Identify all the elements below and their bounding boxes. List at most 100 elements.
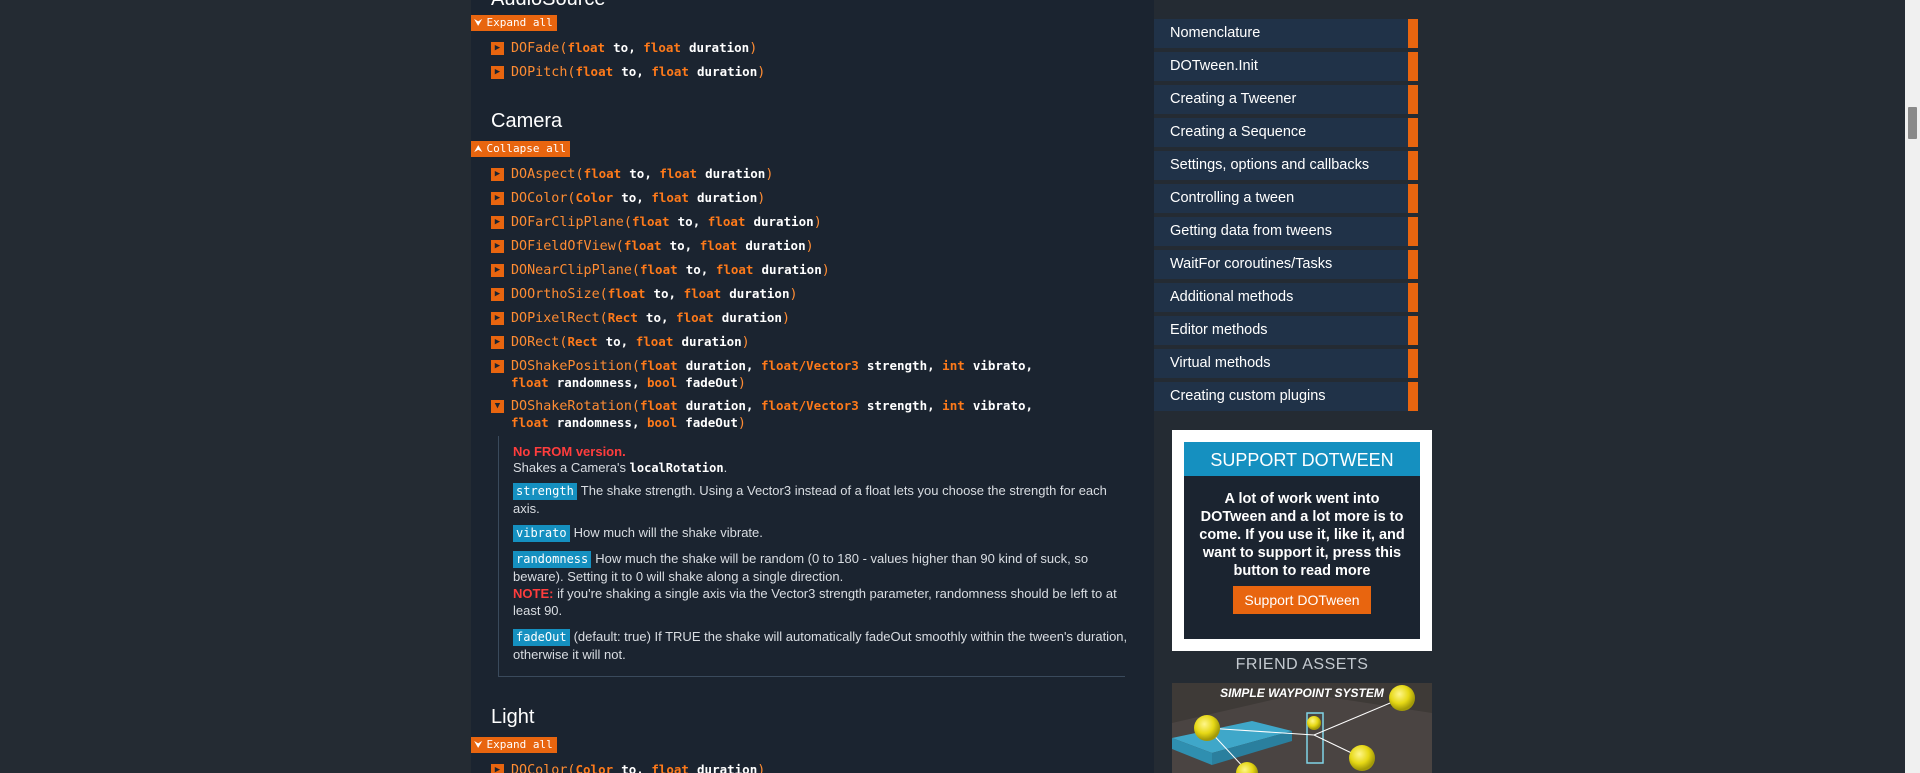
collapsed-arrow-icon[interactable]: ▶ bbox=[491, 168, 504, 181]
param-type: Rect bbox=[567, 334, 598, 349]
param-name: to bbox=[645, 310, 661, 325]
param-text: How much will the shake vibrate. bbox=[573, 525, 763, 540]
toggle-label: Collapse all bbox=[486, 142, 566, 155]
param-name: to bbox=[621, 64, 637, 79]
method-item[interactable]: ▶ DOOrthoSize(float to, float duration) bbox=[491, 286, 1131, 303]
sidebar-item-label: WaitFor coroutines/Tasks bbox=[1170, 256, 1333, 272]
chevron-down-icon: ⮟ bbox=[474, 740, 483, 751]
method-item[interactable]: ▶ DOFieldOfView(float to, float duration) bbox=[491, 238, 1131, 255]
sidebar-item-creating-custom-plugins[interactable]: Creating custom plugins bbox=[1154, 382, 1418, 411]
support-button[interactable]: Support DOTween bbox=[1233, 586, 1371, 614]
collapsed-arrow-icon[interactable]: ▶ bbox=[491, 312, 504, 325]
expanded-arrow-icon[interactable]: ▼ bbox=[491, 400, 504, 413]
collapsed-arrow-icon[interactable]: ▶ bbox=[491, 264, 504, 277]
sidebar-item-controlling-a-tween[interactable]: Controlling a tween bbox=[1154, 184, 1418, 213]
collapsed-arrow-icon[interactable]: ▶ bbox=[491, 216, 504, 229]
page-scrollbar[interactable] bbox=[1905, 0, 1920, 773]
method-item[interactable]: ▶ DORect(Rect to, float duration) bbox=[491, 334, 1131, 351]
param-name: to bbox=[605, 334, 621, 349]
support-title: SUPPORT DOTWEEN bbox=[1184, 442, 1420, 476]
sidebar-item-label: Creating a Sequence bbox=[1170, 124, 1307, 140]
method-item[interactable]: ▶ DOPitch(float to, float duration) bbox=[491, 64, 1131, 81]
param-type: float bbox=[651, 190, 689, 205]
method-item[interactable]: ▶ DONearClipPlane(float to, float duratio… bbox=[491, 262, 1131, 279]
sidebar-item-label: Creating custom plugins bbox=[1170, 388, 1326, 404]
scroll-thumb[interactable] bbox=[1908, 107, 1917, 139]
sidebar-item-additional-methods[interactable]: Additional methods bbox=[1154, 283, 1418, 312]
method-item[interactable]: ▼ DOShakeRotation(float duration, float/V… bbox=[491, 398, 1131, 432]
friend-assets-title: FRIEND ASSETS bbox=[1235, 656, 1369, 673]
param-randomness: randomness How much the shake will be ran… bbox=[513, 550, 1133, 619]
param-text: (default: true) If TRUE the shake will a… bbox=[513, 629, 1128, 662]
param-name: duration bbox=[685, 358, 746, 373]
param-name: to bbox=[621, 762, 637, 773]
method-signature: DOFarClipPlane(float to, float duration) bbox=[511, 214, 822, 230]
param-type: float bbox=[659, 166, 698, 181]
param-type: int bbox=[942, 398, 965, 413]
method-signature: DOOrthoSize(float to, float duration) bbox=[511, 286, 798, 302]
param-name: duration bbox=[688, 40, 750, 55]
sidebar-item-creating-a-sequence[interactable]: Creating a Sequence bbox=[1154, 118, 1418, 147]
param-tag: randomness bbox=[513, 551, 592, 568]
collapse-all-button[interactable]: ⮝ Collapse all bbox=[471, 141, 570, 157]
method-item[interactable]: ▶ DOAspect(float to, float duration) bbox=[491, 166, 1131, 183]
method-name: DONearClipPlane( bbox=[511, 263, 640, 278]
sidebar-item-creating-a-tweener[interactable]: Creating a Tweener bbox=[1154, 85, 1418, 114]
expand-all-button[interactable]: ⮟ Expand all bbox=[471, 737, 557, 753]
param-type: float bbox=[607, 286, 646, 301]
desc-code: localRotation bbox=[629, 461, 724, 475]
sidebar-item-label: Controlling a tween bbox=[1170, 190, 1295, 206]
method-signature: DORect(Rect to, float duration) bbox=[511, 334, 750, 350]
collapsed-arrow-icon[interactable]: ▶ bbox=[491, 764, 504, 773]
param-tag: fadeOut bbox=[513, 629, 570, 646]
collapsed-arrow-icon[interactable]: ▶ bbox=[491, 336, 504, 349]
param-type: Color bbox=[575, 190, 614, 205]
sidebar-item-waitfor-coroutines-tasks[interactable]: WaitFor coroutines/Tasks bbox=[1154, 250, 1418, 279]
method-description: Shakes a Camera's localRotation. bbox=[513, 460, 727, 475]
sidebar-item-nomenclature[interactable]: Nomenclature bbox=[1154, 19, 1418, 48]
param-name: fadeOut bbox=[685, 415, 738, 430]
sidebar-item-virtual-methods[interactable]: Virtual methods bbox=[1154, 349, 1418, 378]
desc-suffix: . bbox=[723, 460, 728, 475]
method-item[interactable]: ▶ DOPixelRect(Rect to, float duration) bbox=[491, 310, 1131, 327]
support-panel: SUPPORT DOTWEEN A lot of work went into … bbox=[1184, 442, 1420, 639]
friend-asset-banner[interactable]: SIMPLE WAYPOINT SYSTEM bbox=[1172, 683, 1432, 773]
param-name: duration bbox=[729, 286, 790, 301]
sidebar-item-accent-bar bbox=[1408, 184, 1418, 213]
method-name: DOPitch( bbox=[511, 65, 576, 80]
method-item[interactable]: ▶ DOFade(float to, float duration) bbox=[491, 40, 1131, 57]
param-type: float bbox=[707, 214, 746, 229]
friend-asset-caption: SIMPLE WAYPOINT SYSTEM bbox=[1220, 686, 1384, 700]
method-item[interactable]: ▶ DOShakePosition(float duration, float/V… bbox=[491, 358, 1131, 392]
sidebar-item-dotween-init[interactable]: DOTween.Init bbox=[1154, 52, 1418, 81]
param-type: float bbox=[643, 40, 681, 55]
param-name: randomness bbox=[556, 375, 632, 390]
collapsed-arrow-icon[interactable]: ▶ bbox=[491, 288, 504, 301]
method-item[interactable]: ▶ DOFarClipPlane(float to, float duration… bbox=[491, 214, 1131, 231]
sidebar-item-getting-data-from-tweens[interactable]: Getting data from tweens bbox=[1154, 217, 1418, 246]
expand-all-button[interactable]: ⮟ Expand all bbox=[471, 15, 557, 31]
param-name: duration bbox=[697, 190, 758, 205]
collapsed-arrow-icon[interactable]: ▶ bbox=[491, 360, 504, 373]
collapsed-arrow-icon[interactable]: ▶ bbox=[491, 240, 504, 253]
collapsed-arrow-icon[interactable]: ▶ bbox=[491, 66, 504, 79]
method-signature: DOShakeRotation(float duration, float/Ve… bbox=[511, 398, 1034, 431]
sidebar-item-accent-bar bbox=[1408, 85, 1418, 114]
collapsed-arrow-icon[interactable]: ▶ bbox=[491, 42, 504, 55]
collapsed-arrow-icon[interactable]: ▶ bbox=[491, 192, 504, 205]
section-title-camera: Camera bbox=[491, 110, 563, 132]
sidebar-item-label: Additional methods bbox=[1170, 289, 1294, 305]
sidebar-item-editor-methods[interactable]: Editor methods bbox=[1154, 316, 1418, 345]
toggle-label: Expand all bbox=[486, 16, 553, 29]
method-name: DOAspect( bbox=[511, 167, 584, 182]
method-item[interactable]: ▶ DOColor(Color to, float duration) bbox=[491, 762, 1131, 773]
method-signature: DONearClipPlane(float to, float duration… bbox=[511, 262, 830, 278]
sidebar-item-settings-options-and-callbacks[interactable]: Settings, options and callbacks bbox=[1154, 151, 1418, 180]
param-name: duration bbox=[761, 262, 822, 277]
method-item[interactable]: ▶ DOColor(Color to, float duration) bbox=[491, 190, 1131, 207]
param-name: duration bbox=[721, 310, 782, 325]
param-type: float bbox=[511, 375, 549, 390]
method-name: DOShakeRotation( bbox=[511, 399, 640, 414]
param-type: float bbox=[583, 166, 622, 181]
method-signature: DOColor(Color to, float duration) bbox=[491, 762, 1131, 773]
